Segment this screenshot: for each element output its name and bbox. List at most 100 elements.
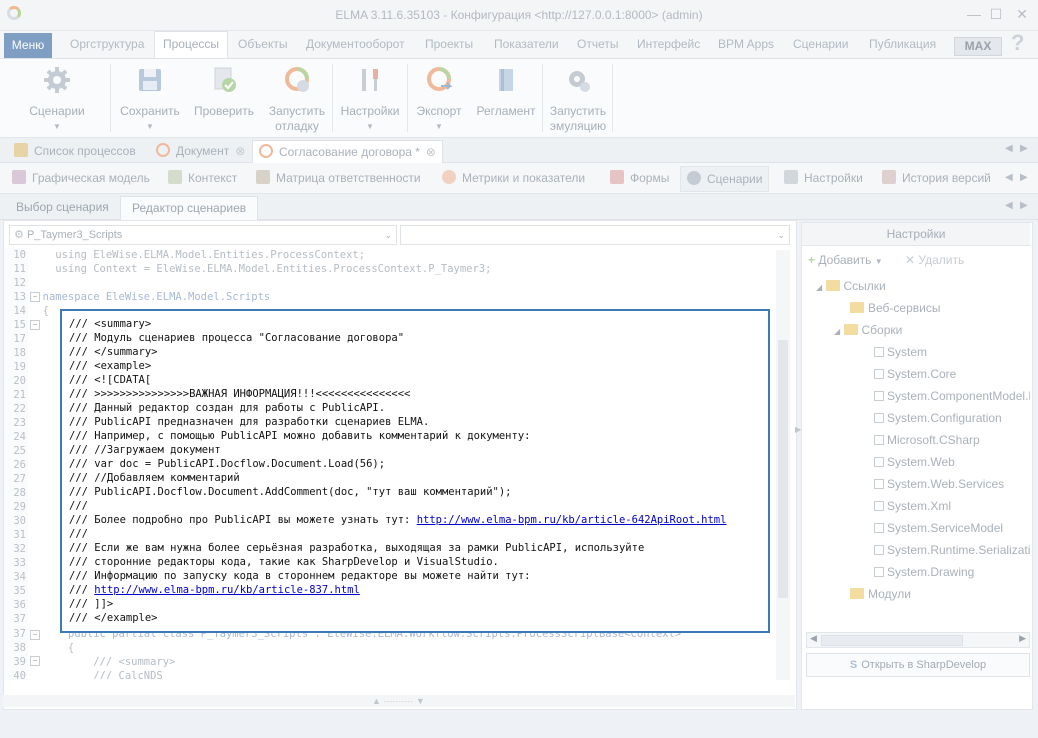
max-button[interactable]: MAX: [954, 37, 1002, 56]
minimize-button[interactable]: —: [966, 6, 982, 22]
menu-item-publication[interactable]: Публикация: [869, 37, 936, 51]
tabs-scroll-left-icon[interactable]: ◀: [1005, 143, 1013, 154]
tree-node-assembly[interactable]: System.ComponentModel.D: [874, 389, 1030, 403]
edtabs-scroll-left-icon[interactable]: ◀: [1005, 200, 1013, 211]
title-bar: ELMA 3.11.6.35103 - Конфигурация <http:/…: [0, 0, 1038, 31]
main-menu-button[interactable]: Меню: [4, 33, 52, 58]
tree-node-links[interactable]: ◢ Ссылки: [816, 279, 886, 293]
menu-item-objects[interactable]: Объекты: [238, 37, 288, 51]
ribbon-export-button[interactable]: Экспорт ▼: [410, 62, 468, 134]
tree-node-assembly[interactable]: System: [874, 345, 927, 359]
ribbon-settings-button[interactable]: Настройки ▼: [336, 62, 404, 134]
tree-node-web-services[interactable]: Веб-сервисы: [850, 301, 940, 315]
tab-contract-approval[interactable]: Согласование договора * ⊗: [252, 140, 443, 163]
tabs-scroll-right-icon[interactable]: ▶: [1020, 143, 1028, 154]
scroll-left-icon[interactable]: ◀: [810, 633, 817, 644]
fold-toggle-icon[interactable]: −: [30, 292, 40, 302]
tree-node-assemblies[interactable]: ◢ Сборки: [834, 323, 902, 337]
ribbon-save-button[interactable]: Сохранить ▼: [116, 62, 184, 134]
comment-line: /// Более подробно про PublicAPI вы може…: [69, 514, 727, 526]
help-icon[interactable]: ?: [1011, 30, 1024, 56]
chevron-down-icon: ⌄: [777, 230, 785, 240]
tree-node-assembly[interactable]: System.Core: [874, 367, 956, 381]
checkbox-icon: [874, 567, 884, 577]
close-tab-icon[interactable]: ⊗: [235, 144, 245, 158]
settings-horizontal-scrollbar[interactable]: ◀ ▶: [806, 632, 1030, 648]
chevron-down-icon: ⌄: [384, 230, 392, 240]
ribbon-start-emulation-button[interactable]: Запустить эмуляцию: [544, 62, 612, 134]
subtabs-scroll-right-icon[interactable]: ▶: [1020, 172, 1028, 183]
tab-document[interactable]: Документ ⊗: [150, 140, 251, 162]
tree-node-assembly[interactable]: System.Drawing: [874, 565, 974, 579]
add-button[interactable]: + Добавить ▼: [808, 253, 883, 267]
subtab-metrics[interactable]: Метрики и показатели: [442, 170, 585, 185]
save-icon: [139, 69, 161, 91]
line-number: 15: [13, 319, 26, 331]
article-link[interactable]: http://www.elma-bpm.ru/kb/article-837.ht…: [94, 584, 360, 596]
public-api-link[interactable]: http://www.elma-bpm.ru/kb/article-642Api…: [417, 514, 727, 526]
ribbon-start-debug-button[interactable]: Запустить отладку: [262, 62, 332, 134]
menu-item-projects[interactable]: Проекты: [425, 37, 473, 51]
maximize-button[interactable]: ☐: [988, 6, 1004, 22]
fold-toggle-icon[interactable]: −: [30, 320, 40, 330]
tree-node-assembly[interactable]: System.Configuration: [874, 411, 1002, 425]
subtab-graphic-model[interactable]: Графическая модель: [12, 170, 150, 185]
code-line: using EleWise.ELMA.Model.Entities.Proces…: [30, 249, 366, 261]
remove-button[interactable]: ✕ Удалить: [905, 253, 964, 267]
tab-select-scenario[interactable]: Выбор сценария: [16, 196, 109, 219]
menu-item-interface[interactable]: Интерфейс: [637, 37, 700, 51]
subtab-version-history[interactable]: История версий: [882, 170, 991, 185]
subtab-context[interactable]: Контекст: [168, 170, 237, 185]
tree-node-assembly[interactable]: System.Web.Services: [874, 477, 1004, 491]
menu-item-reports[interactable]: Отчеты: [577, 37, 618, 51]
subtab-settings[interactable]: Настройки: [784, 170, 863, 185]
subtab-forms[interactable]: Формы: [610, 170, 669, 185]
line-number: 21: [13, 389, 26, 401]
ribbon-scenarios-button[interactable]: Сценарии ▼: [22, 62, 92, 134]
menu-item-bpm-apps[interactable]: BPM Apps: [718, 37, 774, 51]
menu-item-processes[interactable]: Процессы: [154, 31, 229, 58]
editor-scrollbar-thumb[interactable]: [778, 340, 788, 598]
dropdown-caret-icon: ▼: [146, 122, 154, 131]
tree-node-assembly[interactable]: System.Xml: [874, 499, 951, 513]
tree-node-assembly[interactable]: System.Web: [874, 455, 955, 469]
ribbon-check-button[interactable]: Проверить: [190, 62, 258, 119]
settings-panel-title: Настройки: [802, 223, 1030, 246]
tab-process-list[interactable]: Список процессов: [8, 140, 142, 162]
dropdown-caret-icon: ▼: [53, 122, 61, 131]
line-number: 29: [13, 501, 26, 513]
menu-item-docflow[interactable]: Документооборот: [306, 37, 405, 51]
subtab-scenarios[interactable]: Сценарии: [680, 166, 770, 192]
subtab-responsibility-matrix[interactable]: Матрица ответственности: [256, 170, 421, 185]
ribbon-regulation-button[interactable]: Регламент: [472, 62, 540, 119]
metrics-icon: [442, 170, 456, 184]
line-number: 12: [13, 277, 26, 289]
scrollbar-thumb[interactable]: [821, 635, 963, 646]
tree-node-assembly[interactable]: System.ServiceModel: [874, 521, 1003, 535]
subtabs-scroll-left-icon[interactable]: ◀: [1005, 172, 1013, 183]
line-number: 27: [13, 473, 26, 485]
tree-node-assembly[interactable]: System.Runtime.Serializatio: [874, 543, 1030, 557]
tab-scenario-editor[interactable]: Редактор сценариев: [120, 196, 259, 220]
close-button[interactable]: ✕: [1014, 6, 1030, 22]
tree-node-assembly[interactable]: Microsoft.CSharp: [874, 433, 980, 447]
menu-item-scenarios[interactable]: Сценарии: [793, 37, 848, 51]
edtabs-scroll-right-icon[interactable]: ▶: [1020, 200, 1028, 211]
comment-line: /// Данный редактор создан для работы с …: [69, 402, 386, 414]
splitter-handle-icon[interactable]: ▲ ·········· ▼: [372, 696, 425, 706]
tree-node-modules[interactable]: Модули: [850, 587, 911, 601]
method-select[interactable]: ⌄: [400, 225, 790, 245]
fold-toggle-icon[interactable]: −: [30, 656, 40, 666]
folder-icon: [850, 302, 864, 313]
class-select[interactable]: ⚙ P_Taymer3_Scripts ⌄: [9, 225, 397, 245]
line-number: 37: [13, 628, 26, 640]
open-in-sharpdevelop-button[interactable]: S Открыть в SharpDevelop: [806, 653, 1030, 677]
line-number: 32: [13, 543, 26, 555]
menu-item-indicators[interactable]: Показатели: [494, 37, 559, 51]
graph-icon: [12, 170, 26, 184]
scroll-right-icon[interactable]: ▶: [1019, 633, 1026, 644]
dropdown-caret-icon: ▼: [435, 122, 443, 131]
close-tab-icon[interactable]: ⊗: [426, 145, 436, 159]
menu-item-orgstructure[interactable]: Оргструктура: [70, 37, 144, 51]
fold-toggle-icon[interactable]: −: [30, 630, 40, 640]
